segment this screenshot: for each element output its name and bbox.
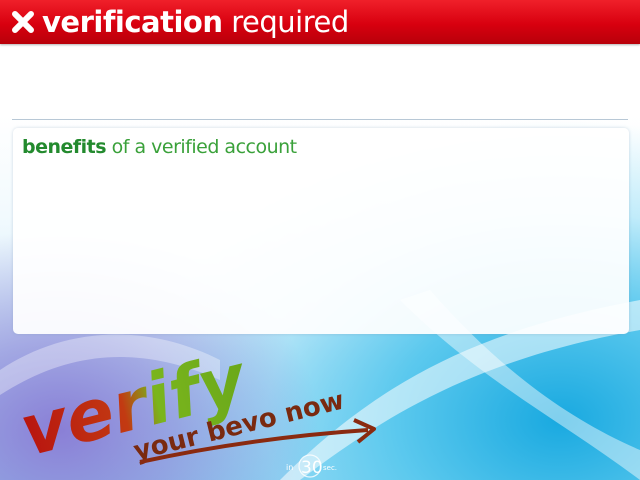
header-title-bold: verification [42,5,223,39]
badge-number: 30 [301,458,323,478]
verify-promo-logo: verify your bevo now in 30 sec. [12,337,376,478]
panel-title-rest: of a verified account [106,136,298,158]
panel-title: benefits of a verified account [22,136,297,158]
divider-line [12,119,628,120]
close-icon [10,9,36,35]
panel-title-bold: benefits [22,136,107,158]
badge-prefix: in [286,463,293,472]
header-bar: verification required [0,0,640,44]
timer-badge: in 30 sec. [286,454,337,478]
benefits-panel: benefits of a verified account [13,128,629,334]
header-title: verification required [42,5,349,39]
badge-suffix: sec. [323,464,337,472]
header-title-rest: required [222,5,349,39]
